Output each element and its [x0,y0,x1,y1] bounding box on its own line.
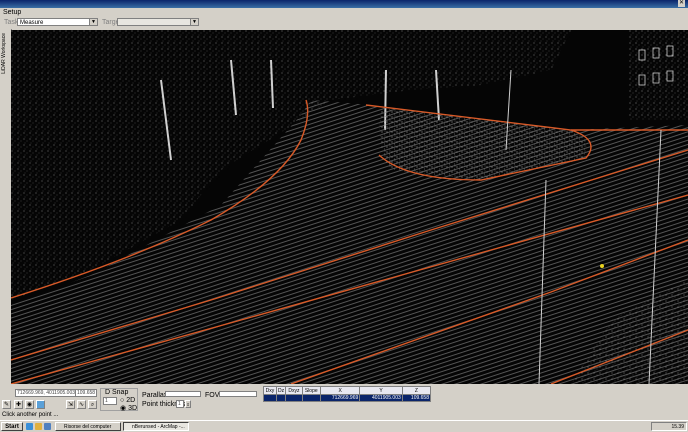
side-tab-label: LiDAR Workspace [1,33,7,74]
col-header: X [319,386,361,395]
table-cell [263,394,277,402]
thickness-input[interactable]: 1 [176,400,184,408]
table-cell: 4011905.003 [359,394,403,402]
tool-image-icon[interactable] [36,400,45,409]
col-header: Y [359,386,403,395]
dsnap-input[interactable]: 1 [103,397,117,405]
status-bar: Click another point ... [0,411,688,420]
radio-2d[interactable]: ○ 2D [120,397,135,404]
task-select[interactable]: Measure ▼ [17,18,98,26]
table-cell: 712669.969 [319,394,361,402]
toolbar: Task: Measure ▼ Target: ▼ [0,17,688,29]
chevron-down-icon: ▼ [89,19,97,25]
point-cloud-render [11,30,688,384]
table-cell: 109.658 [401,394,432,402]
parallax-slider[interactable] [165,391,201,397]
tool-globe-icon[interactable]: ◉ [25,400,34,409]
window-title-bar: ✕ [0,0,688,8]
desktop-icon[interactable] [44,423,51,430]
table-cell [301,394,321,402]
taskbar-item-arcmap[interactable]: nBerunsed - ArcMap -... [123,422,189,431]
col-header: Dz [275,386,287,395]
z-coordinate-field[interactable]: 109.658 [75,389,97,397]
taskbar-item-computer[interactable]: Risorse del computer [55,422,121,431]
col-header: Slope [301,386,321,395]
col-header: Z [401,386,432,395]
dsnap-group: D Snap 1 ○ 2D ◉ 3D [100,388,138,412]
table-cell [275,394,287,402]
measure-results-table: Dxy Dz Dxyz Slope X Y Z 712669.969 4011905.003 1… [263,386,432,402]
clock: 15.39 [671,424,684,430]
status-text: Click another point ... [2,412,59,418]
tool-zoom-icon[interactable]: ⌕ [88,400,97,409]
taskbar: Start Risorse del computer nBerunsed - A… [0,420,688,432]
ie-icon[interactable] [26,423,33,430]
col-header: Dxyz [285,386,303,395]
table-cell [285,394,303,402]
target-select[interactable]: ▼ [117,18,199,26]
system-tray: 15.39 [651,422,687,431]
tool-pen-icon[interactable]: ✎ [2,400,11,409]
chevron-down-icon: ▼ [190,19,198,25]
menu-setup[interactable]: Setup [0,9,24,16]
thickness-spinner[interactable]: ⇕ [185,400,191,408]
folder-icon[interactable] [35,423,42,430]
table-row[interactable]: 712669.969 4011905.003 109.658 [263,394,432,402]
task-select-value: Measure [20,20,44,26]
start-button[interactable]: Start [1,422,23,431]
dsnap-label: D Snap [105,389,129,396]
close-icon[interactable]: ✕ [678,0,685,7]
point-cloud-viewport[interactable] [11,30,688,384]
tool-curve-icon[interactable]: ∿ [77,400,86,409]
fov-slider[interactable] [219,391,257,397]
building-points [629,30,688,120]
radio-2d-label: 2D [126,397,136,404]
tool-cross-icon[interactable]: ✚ [14,400,23,409]
menu-bar: Setup [0,8,688,17]
tool-arrow-icon[interactable]: ⇲ [66,400,75,409]
measured-point-marker [600,264,604,268]
col-header: Dxy [263,386,277,395]
